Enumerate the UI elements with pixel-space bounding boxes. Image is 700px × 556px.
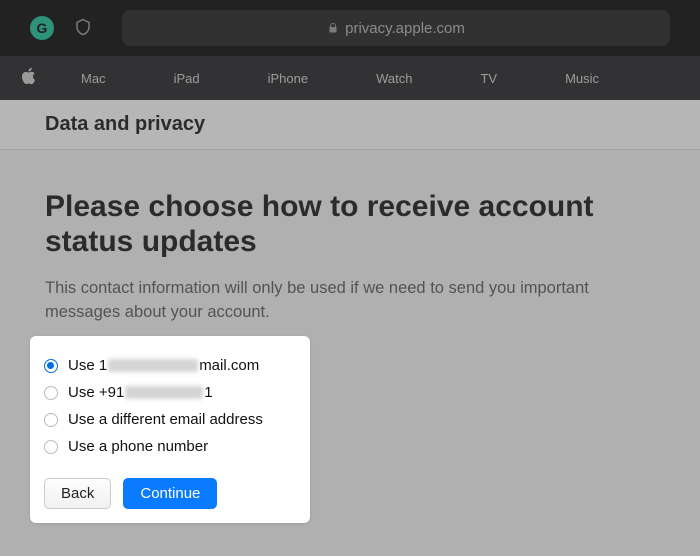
back-button[interactable]: Back [44,478,111,509]
nav-item-mac[interactable]: Mac [81,71,106,86]
nav-item-tv[interactable]: TV [480,71,497,86]
address-bar[interactable]: privacy.apple.com [122,10,670,46]
option-different-email[interactable]: Use a different email address [44,406,296,433]
main-content: Please choose how to receive account sta… [0,150,700,365]
option-phone-number[interactable]: Use a phone number [44,433,296,460]
global-nav: Mac iPad iPhone Watch TV Music [0,56,700,100]
option-label: Use 1mail.com [68,357,259,374]
option-use-phone-existing[interactable]: Use +911 [44,379,296,406]
shield-icon[interactable] [74,18,92,38]
nav-item-ipad[interactable]: iPad [174,71,200,86]
page-heading: Please choose how to receive account sta… [45,190,645,259]
nav-item-music[interactable]: Music [565,71,599,86]
url-text: privacy.apple.com [345,20,465,37]
page-subtext: This contact information will only be us… [45,277,655,325]
continue-button[interactable]: Continue [123,478,217,509]
nav-item-watch[interactable]: Watch [376,71,412,86]
redacted-text [125,386,203,399]
browser-bar: privacy.apple.com [0,0,700,56]
option-label: Use a phone number [68,438,208,455]
redacted-text [108,359,198,372]
contact-options-card: Use 1mail.com Use +911 Use a different e… [30,336,310,523]
lock-icon [327,21,339,35]
option-label: Use +911 [68,384,213,401]
radio-icon [44,359,58,373]
grammarly-icon[interactable] [30,16,54,40]
radio-icon [44,386,58,400]
apple-logo-icon[interactable] [20,67,36,90]
radio-icon [44,440,58,454]
local-nav-title: Data and privacy [45,113,205,136]
nav-item-iphone[interactable]: iPhone [268,71,308,86]
option-use-email[interactable]: Use 1mail.com [44,352,296,379]
local-nav: Data and privacy [0,100,700,150]
option-label: Use a different email address [68,411,263,428]
radio-icon [44,413,58,427]
